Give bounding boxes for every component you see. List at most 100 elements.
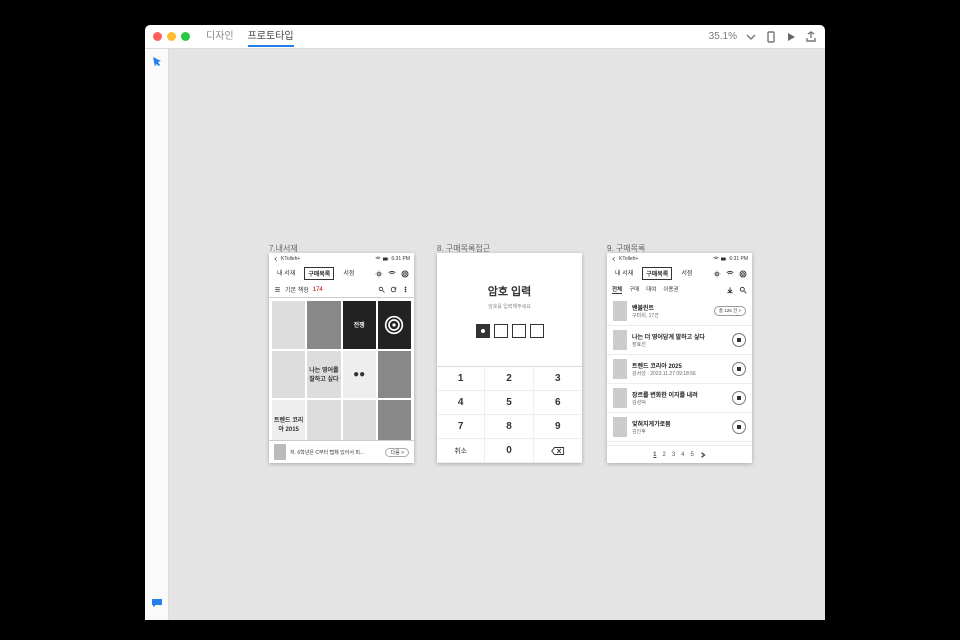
chevron-down-icon[interactable]	[745, 31, 757, 43]
nav-purchase-list[interactable]: 구매목록	[304, 267, 334, 280]
key-0[interactable]: 0	[485, 439, 533, 463]
book-cover[interactable]	[272, 351, 305, 399]
filter-bar: 전체 구매 대여 이용권	[607, 282, 752, 297]
list-item[interactable]: 나는 더 영어답게 말하고 싶다장효선	[607, 326, 752, 355]
filter-all[interactable]: 전체	[612, 285, 622, 294]
pin-boxes	[476, 324, 544, 338]
settings-gear-icon[interactable]	[739, 270, 747, 278]
key-3[interactable]: 3	[534, 367, 582, 391]
nav-purchase-list[interactable]: 구매목록	[642, 267, 672, 280]
settings-gear-icon[interactable]	[401, 270, 409, 278]
artboard-bookshelf[interactable]: KTolleh+ 6:31 PM 내 서재 구매목록 서점	[269, 253, 414, 463]
filter-pass[interactable]: 이용권	[663, 285, 678, 294]
artboard-purchase-list[interactable]: KTolleh+ 6:31 PM 내 서재 구매목록 서점	[607, 253, 752, 463]
item-title: 장르를 변화한 이지를 내려	[632, 390, 727, 399]
pointer-tool-icon[interactable]	[151, 55, 163, 67]
page-5[interactable]: 5	[691, 452, 694, 458]
device-preview-icon[interactable]	[765, 31, 777, 43]
book-cover[interactable]: ●●	[343, 351, 376, 399]
item-title: 밴블린트	[632, 303, 709, 312]
comments-icon[interactable]	[151, 597, 163, 612]
page-2[interactable]: 2	[662, 452, 665, 458]
tab-design[interactable]: 디자인	[206, 27, 234, 47]
key-2[interactable]: 2	[485, 367, 533, 391]
mode-tabs: 디자인 프로토타입	[206, 27, 294, 47]
book-thumb	[613, 359, 627, 379]
refresh-icon[interactable]	[390, 286, 397, 293]
artboard-pin[interactable]: 암호 입력 암호를 입력해주세요 1 2 3 4 5 6	[437, 253, 582, 463]
pin-digit	[530, 324, 544, 338]
play-icon[interactable]	[785, 31, 797, 43]
window-traffic-lights[interactable]	[153, 32, 190, 41]
canvas[interactable]: 7.내서재 KTolleh+ 6:31 PM 내 서재	[169, 49, 825, 620]
menu-icon[interactable]	[274, 286, 281, 293]
page-3[interactable]: 3	[672, 452, 675, 458]
key-7[interactable]: 7	[437, 415, 485, 439]
key-cancel[interactable]: 취소	[437, 439, 485, 463]
series-count-pill[interactable]: 총 125 건 >	[714, 306, 746, 316]
book-cover[interactable]: 나는 영어를 잘하고 싶다	[307, 351, 340, 399]
nav-store[interactable]: 서점	[340, 267, 357, 280]
nav-store[interactable]: 서점	[678, 267, 695, 280]
download-button[interactable]	[732, 333, 746, 347]
battery-icon	[721, 256, 727, 262]
pin-title: 암호 입력	[488, 283, 532, 299]
book-thumb	[613, 330, 627, 350]
search-icon[interactable]	[739, 286, 747, 294]
key-1[interactable]: 1	[437, 367, 485, 391]
workspace: 7.내서재 KTolleh+ 6:31 PM 내 서재	[145, 49, 825, 620]
download-icon[interactable]	[726, 286, 734, 294]
book-cover[interactable]	[378, 301, 411, 349]
more-vertical-icon[interactable]	[402, 286, 409, 293]
back-chevron-icon	[273, 256, 279, 262]
tab-prototype[interactable]: 프로토타입	[248, 27, 294, 47]
key-backspace[interactable]	[534, 439, 582, 463]
maximize-icon[interactable]	[181, 32, 190, 41]
download-button[interactable]	[732, 391, 746, 405]
key-8[interactable]: 8	[485, 415, 533, 439]
carrier-label: KTolleh+	[619, 256, 638, 262]
list-item[interactable]: 트렌드 코리아 2025강서성 · 2023.11.27 09:18:56	[607, 355, 752, 384]
page-1[interactable]: 1	[653, 452, 656, 458]
shelf-subbar: 기본 책장 174	[269, 282, 414, 298]
book-grid: 전쟁 나는 영어를 잘하고 싶다 ●● 트렌드 코리아 2015	[269, 298, 414, 448]
key-6[interactable]: 6	[534, 391, 582, 415]
book-cover[interactable]	[378, 351, 411, 399]
page-next-icon[interactable]	[700, 452, 706, 458]
continue-button[interactable]: 다음 >	[385, 448, 409, 457]
brightness-icon[interactable]	[375, 270, 383, 278]
shelf-name: 기본 책장	[285, 285, 309, 294]
page-4[interactable]: 4	[681, 452, 684, 458]
search-icon[interactable]	[378, 286, 385, 293]
brightness-icon[interactable]	[713, 270, 721, 278]
book-cover[interactable]	[307, 301, 340, 349]
download-button[interactable]	[732, 420, 746, 434]
book-thumb	[613, 417, 627, 437]
key-9[interactable]: 9	[534, 415, 582, 439]
list-item[interactable]: 잊혀지게가로봄김인후	[607, 413, 752, 442]
minimize-icon[interactable]	[167, 32, 176, 41]
list-item[interactable]: 장르를 변화한 이지를 내려김성덕	[607, 384, 752, 413]
continue-title: 저. 6학년은 C부터 탭체 있어서 피...	[290, 449, 381, 456]
key-5[interactable]: 5	[485, 391, 533, 415]
download-button[interactable]	[732, 362, 746, 376]
book-thumb	[613, 388, 627, 408]
close-icon[interactable]	[153, 32, 162, 41]
nav-my-library[interactable]: 내 서재	[612, 267, 636, 280]
key-4[interactable]: 4	[437, 391, 485, 415]
book-cover[interactable]: 전쟁	[343, 301, 376, 349]
pin-digit	[494, 324, 508, 338]
nav-my-library[interactable]: 내 서재	[274, 267, 298, 280]
pin-digit	[512, 324, 526, 338]
continue-reading-bar[interactable]: 저. 6학년은 C부터 탭체 있어서 피... 다음 >	[269, 440, 414, 463]
list-item[interactable]: 밴블린트구미쉬, 17건 총 125 건 >	[607, 297, 752, 326]
wifi-icon[interactable]	[388, 270, 396, 278]
zoom-level[interactable]: 35.1%	[709, 31, 737, 42]
carrier-label: KTolleh+	[281, 256, 300, 262]
wifi-icon[interactable]	[726, 270, 734, 278]
filter-purchase[interactable]: 구매	[629, 285, 639, 294]
share-icon[interactable]	[805, 31, 817, 43]
book-cover[interactable]	[272, 301, 305, 349]
filter-rental[interactable]: 대여	[646, 285, 656, 294]
book-thumb	[613, 301, 627, 321]
